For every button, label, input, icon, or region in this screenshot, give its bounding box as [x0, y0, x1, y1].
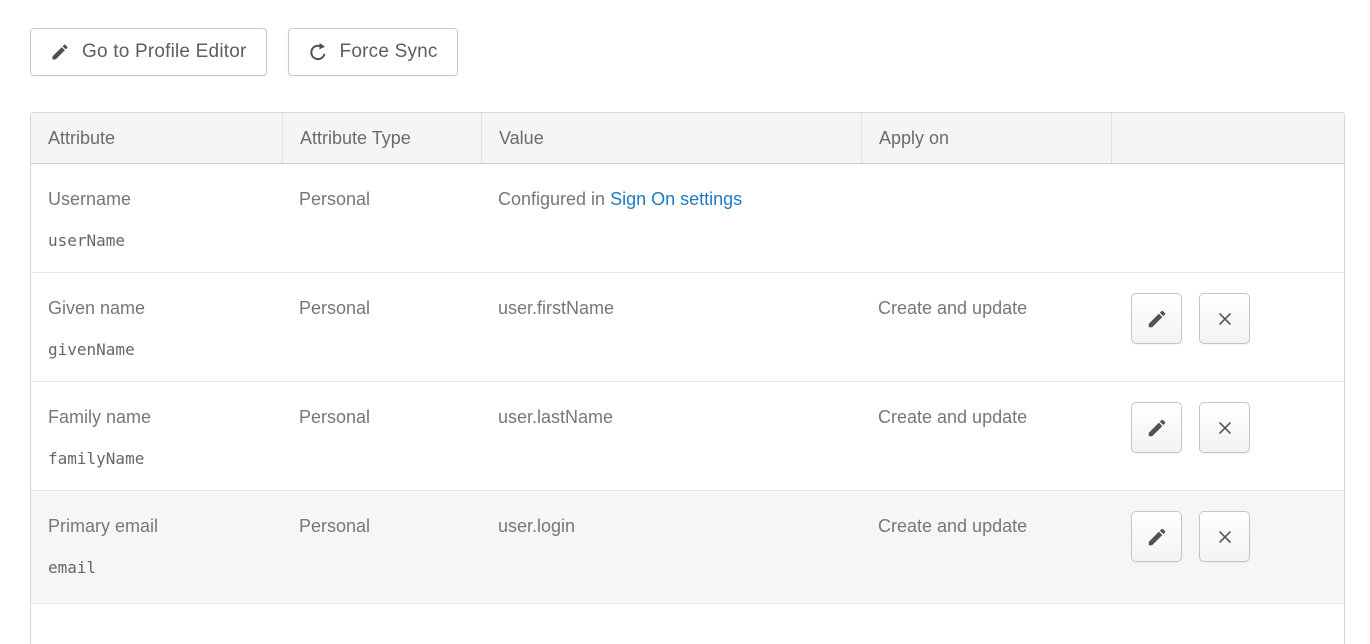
pencil-icon: [50, 42, 70, 62]
table-row-username: Username userName Personal Configured in…: [31, 164, 1344, 273]
edit-attribute-button[interactable]: [1131, 402, 1182, 453]
attribute-type: Personal: [282, 382, 481, 490]
pencil-icon: [1146, 308, 1168, 330]
table-row-given-name: Given name givenName Personal user.first…: [31, 273, 1344, 382]
attribute-mappings-table: Attribute Attribute Type Value Apply on …: [30, 112, 1345, 644]
force-sync-label: Force Sync: [340, 41, 438, 63]
go-to-profile-editor-button[interactable]: Go to Profile Editor: [30, 28, 267, 76]
attribute-cell: Family name familyName: [31, 382, 282, 490]
column-header-actions: [1111, 113, 1344, 163]
table-row-primary-email: Primary email email Personal user.login …: [31, 491, 1344, 604]
value-prefix-text: Configured in: [498, 189, 610, 209]
attribute-cell: Primary email email: [31, 491, 282, 603]
attribute-variable-name: email: [48, 558, 265, 577]
attribute-label: Given name: [48, 298, 265, 319]
refresh-icon: [308, 42, 328, 62]
column-header-attribute-type: Attribute Type: [282, 113, 481, 163]
attribute-value: user.firstName: [481, 273, 861, 381]
close-icon: [1214, 417, 1236, 439]
attribute-value: Configured in Sign On settings: [481, 164, 861, 272]
page: Go to Profile Editor Force Sync Attribut…: [0, 0, 1370, 644]
attribute-variable-name: familyName: [48, 449, 265, 468]
close-icon: [1214, 308, 1236, 330]
attribute-variable-name: userName: [48, 231, 265, 250]
force-sync-button[interactable]: Force Sync: [288, 28, 458, 76]
remove-attribute-button[interactable]: [1199, 511, 1250, 562]
remove-attribute-button[interactable]: [1199, 402, 1250, 453]
close-icon: [1214, 526, 1236, 548]
pencil-icon: [1146, 526, 1168, 548]
actions-cell: [1111, 164, 1344, 272]
toolbar: Go to Profile Editor Force Sync: [30, 28, 1345, 76]
attribute-label: Family name: [48, 407, 265, 428]
column-header-value: Value: [481, 113, 861, 163]
table-row-family-name: Family name familyName Personal user.las…: [31, 382, 1344, 491]
actions-cell: [1111, 382, 1344, 490]
column-header-apply-on: Apply on: [861, 113, 1111, 163]
column-header-attribute: Attribute: [31, 113, 282, 163]
actions-cell: [1111, 491, 1344, 603]
edit-attribute-button[interactable]: [1131, 511, 1182, 562]
sign-on-settings-link[interactable]: Sign On settings: [610, 189, 742, 209]
pencil-icon: [1146, 417, 1168, 439]
table-header-row: Attribute Attribute Type Value Apply on: [31, 113, 1344, 164]
actions-cell: [1111, 273, 1344, 381]
attribute-type: Personal: [282, 164, 481, 272]
attribute-value: user.login: [481, 491, 861, 603]
apply-on-value: [861, 164, 1111, 272]
attribute-type: Personal: [282, 273, 481, 381]
attribute-value: user.lastName: [481, 382, 861, 490]
attribute-cell: Username userName: [31, 164, 282, 272]
attribute-label: Username: [48, 189, 265, 210]
edit-attribute-button[interactable]: [1131, 293, 1182, 344]
apply-on-value: Create and update: [861, 273, 1111, 381]
go-to-profile-editor-label: Go to Profile Editor: [82, 41, 247, 63]
apply-on-value: Create and update: [861, 382, 1111, 490]
attribute-label: Primary email: [48, 516, 265, 537]
attribute-cell: Given name givenName: [31, 273, 282, 381]
remove-attribute-button[interactable]: [1199, 293, 1250, 344]
table-row-partial: [31, 604, 1344, 644]
attribute-variable-name: givenName: [48, 340, 265, 359]
apply-on-value: Create and update: [861, 491, 1111, 603]
attribute-type: Personal: [282, 491, 481, 603]
